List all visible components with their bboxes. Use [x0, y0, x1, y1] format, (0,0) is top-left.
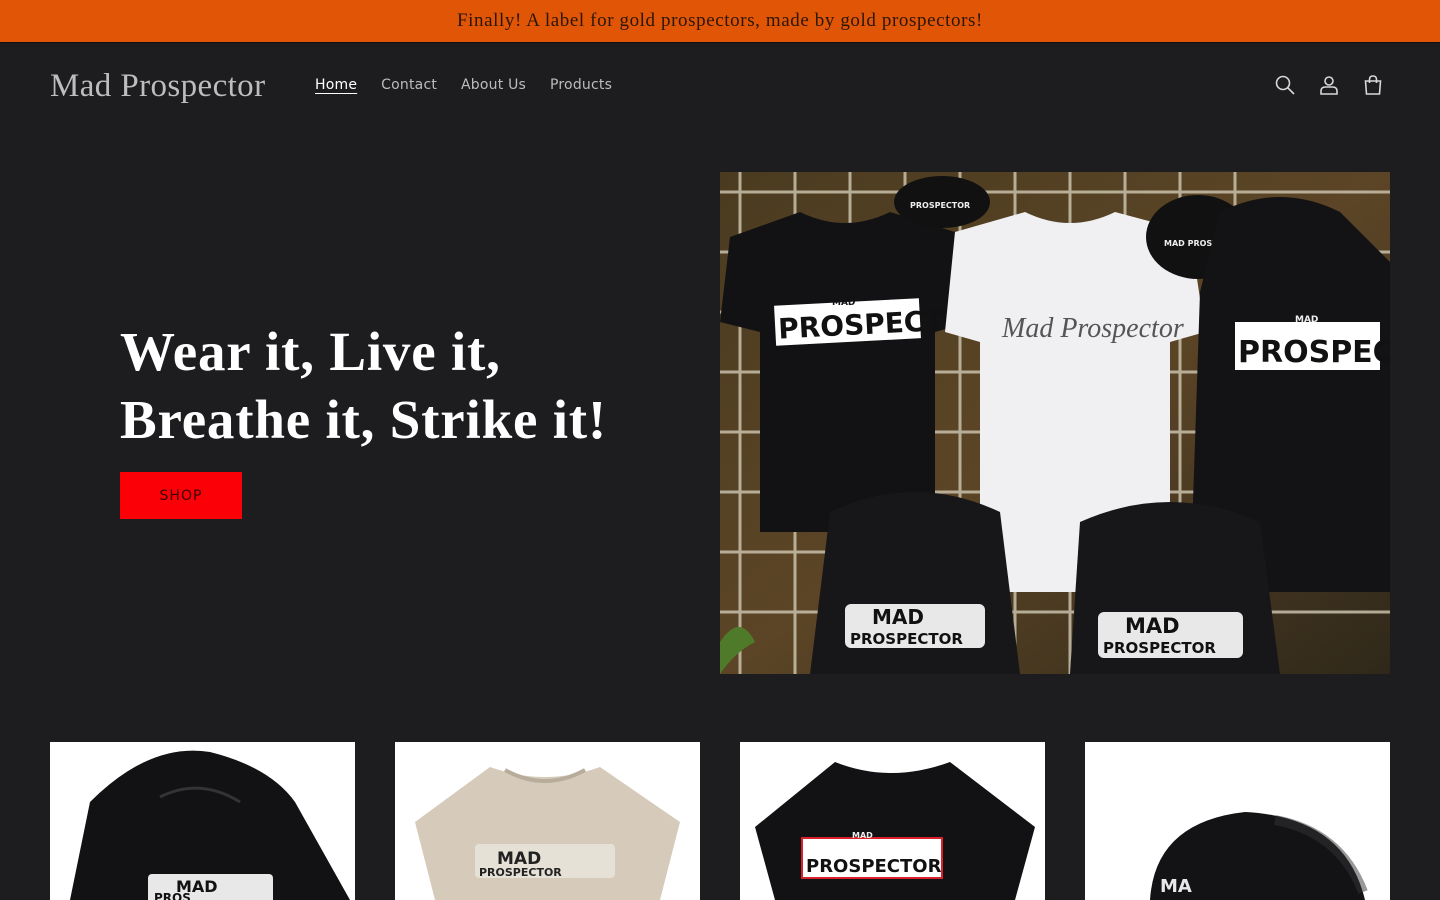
- product-card-hoodie[interactable]: MAD PROS: [50, 742, 355, 900]
- tee-center-print: Mad Prospector: [1001, 313, 1184, 344]
- hero-heading-line-1: Wear it, Live it,: [120, 321, 501, 382]
- svg-text:MA: MA: [1160, 876, 1192, 897]
- svg-text:PROSPECTOR: PROSPECTOR: [1103, 639, 1216, 657]
- svg-text:MAD: MAD: [872, 605, 924, 629]
- hero-apparel-photo: PROSPECTOR MAD Mad Prospector PROSPECTOR…: [720, 172, 1390, 674]
- announcement-text: Finally! A label for gold prospectors, m…: [457, 10, 983, 31]
- product-card-cap[interactable]: MA: [1085, 742, 1390, 900]
- product-grid: MAD PROS MAD PROSPECTOR MAD PROSPECTOR M…: [50, 742, 1390, 900]
- svg-text:MAD: MAD: [1295, 315, 1318, 325]
- svg-text:PROSPECTOR: PROSPECTOR: [910, 201, 970, 210]
- hero-heading-line-2: Breathe it, Strike it!: [120, 389, 608, 450]
- product-card-black-tee[interactable]: MAD PROSPECTOR: [740, 742, 1045, 900]
- svg-text:PROSPECTOR: PROSPECTOR: [850, 630, 963, 648]
- hoodie-right-print: PROSPECTOR: [1238, 335, 1390, 370]
- cart-icon[interactable]: [1362, 74, 1384, 96]
- svg-text:PROSPECTOR: PROSPECTOR: [479, 866, 562, 879]
- main-nav: Home Contact About Us Products: [315, 77, 636, 93]
- account-icon[interactable]: [1318, 74, 1340, 96]
- shop-button[interactable]: SHOP: [120, 472, 242, 519]
- nav-products[interactable]: Products: [550, 77, 612, 93]
- hero-heading: Wear it, Live it, Breathe it, Strike it!: [120, 318, 680, 454]
- svg-text:PROS: PROS: [154, 891, 191, 900]
- svg-text:MAD: MAD: [852, 831, 873, 840]
- nav-home[interactable]: Home: [315, 77, 357, 93]
- header-icons: [1274, 74, 1384, 96]
- site-header: Mad Prospector Home Contact About Us Pro…: [0, 43, 1440, 131]
- svg-text:PROSPECTOR: PROSPECTOR: [806, 856, 942, 877]
- svg-text:MAD: MAD: [832, 298, 855, 308]
- nav-about-us[interactable]: About Us: [461, 77, 526, 93]
- product-card-tan-tee[interactable]: MAD PROSPECTOR: [395, 742, 700, 900]
- site-logo[interactable]: Mad Prospector: [50, 68, 265, 105]
- nav-contact[interactable]: Contact: [381, 77, 437, 93]
- svg-text:MAD: MAD: [1125, 614, 1180, 638]
- search-icon[interactable]: [1274, 74, 1296, 96]
- announcement-bar: Finally! A label for gold prospectors, m…: [0, 0, 1440, 43]
- hero-image: PROSPECTOR MAD Mad Prospector PROSPECTOR…: [720, 172, 1390, 674]
